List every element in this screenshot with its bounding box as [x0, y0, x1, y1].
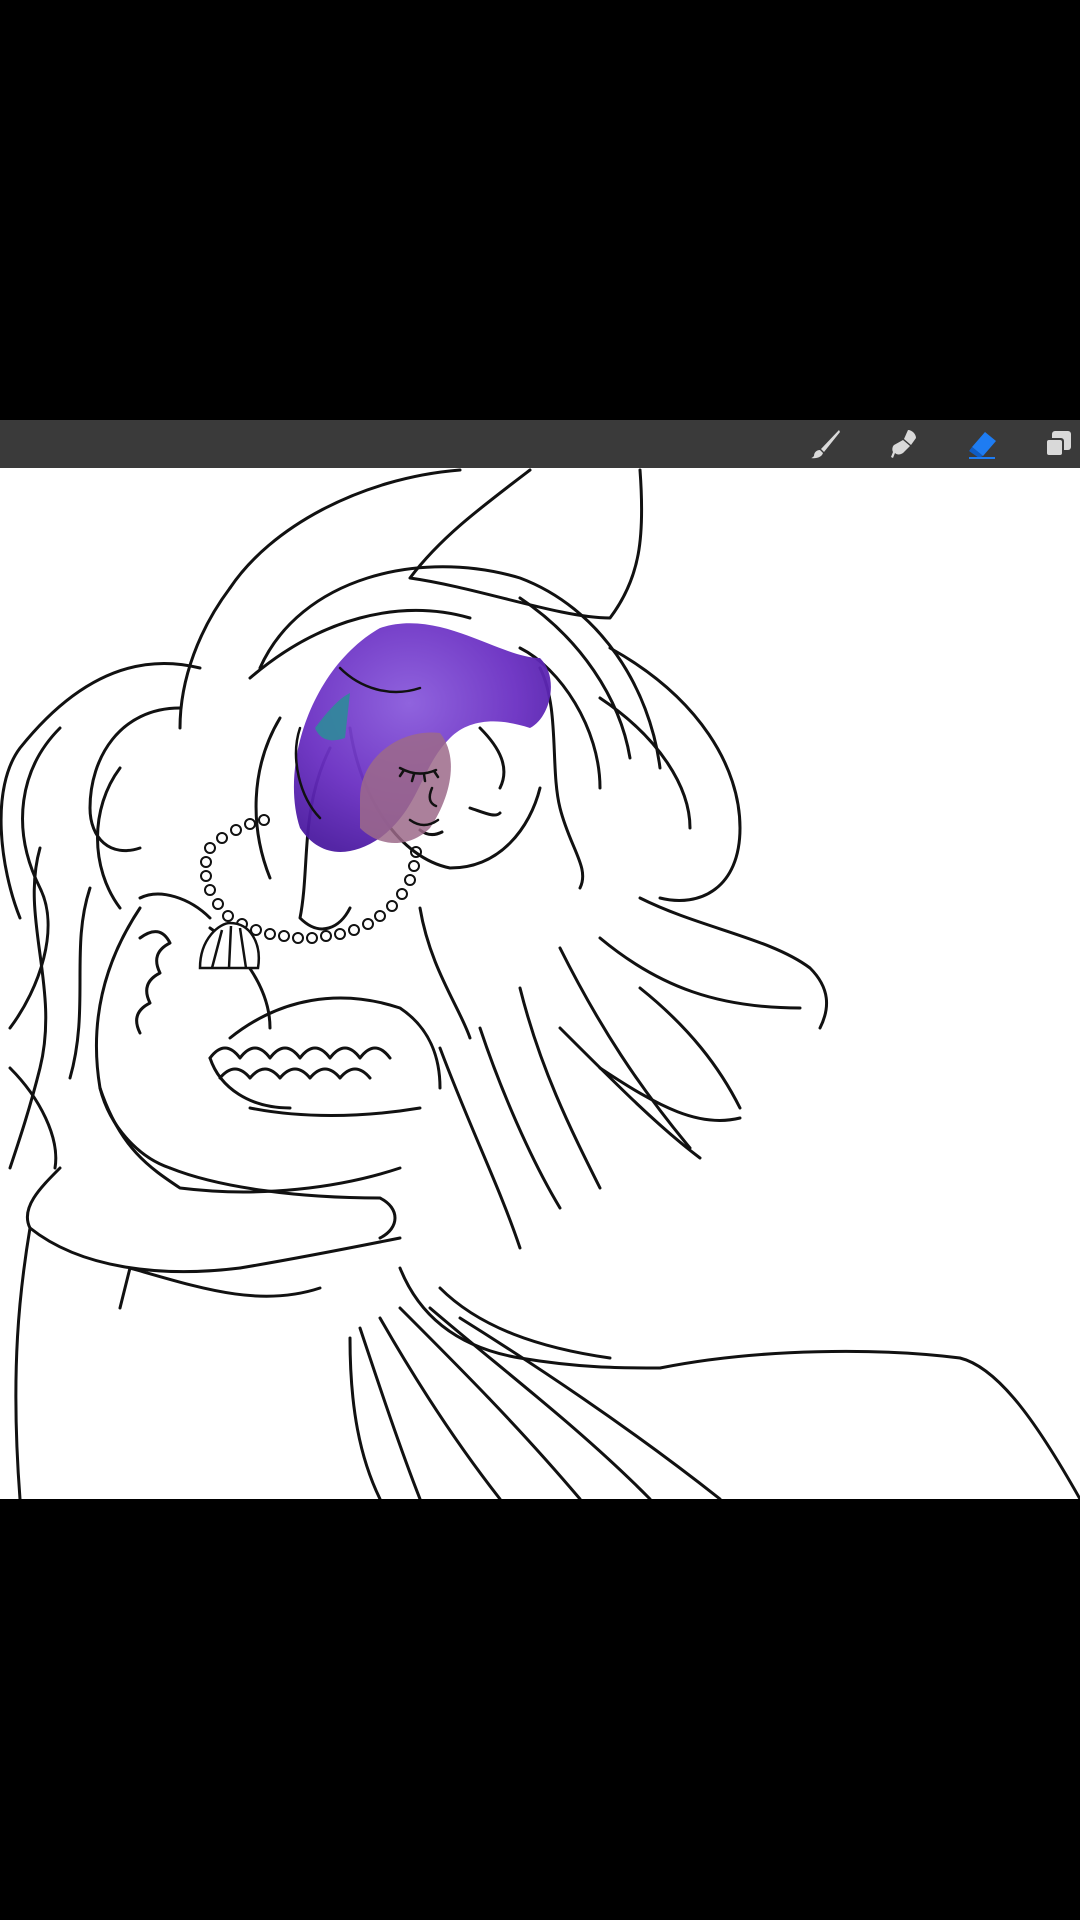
brush-tool[interactable] — [798, 420, 854, 468]
drawing-canvas[interactable] — [0, 468, 1080, 1499]
smudge-icon — [891, 430, 916, 458]
eraser-icon — [969, 432, 996, 459]
eraser-tool[interactable] — [954, 420, 1010, 468]
mermaid-artwork — [0, 468, 1080, 1499]
brush-icon — [811, 430, 840, 459]
top-toolbar — [0, 420, 1080, 468]
app-frame — [0, 0, 1080, 1920]
layers-tool[interactable] — [1030, 420, 1080, 468]
layers-icon — [1045, 431, 1071, 457]
smudge-tool[interactable] — [876, 420, 932, 468]
